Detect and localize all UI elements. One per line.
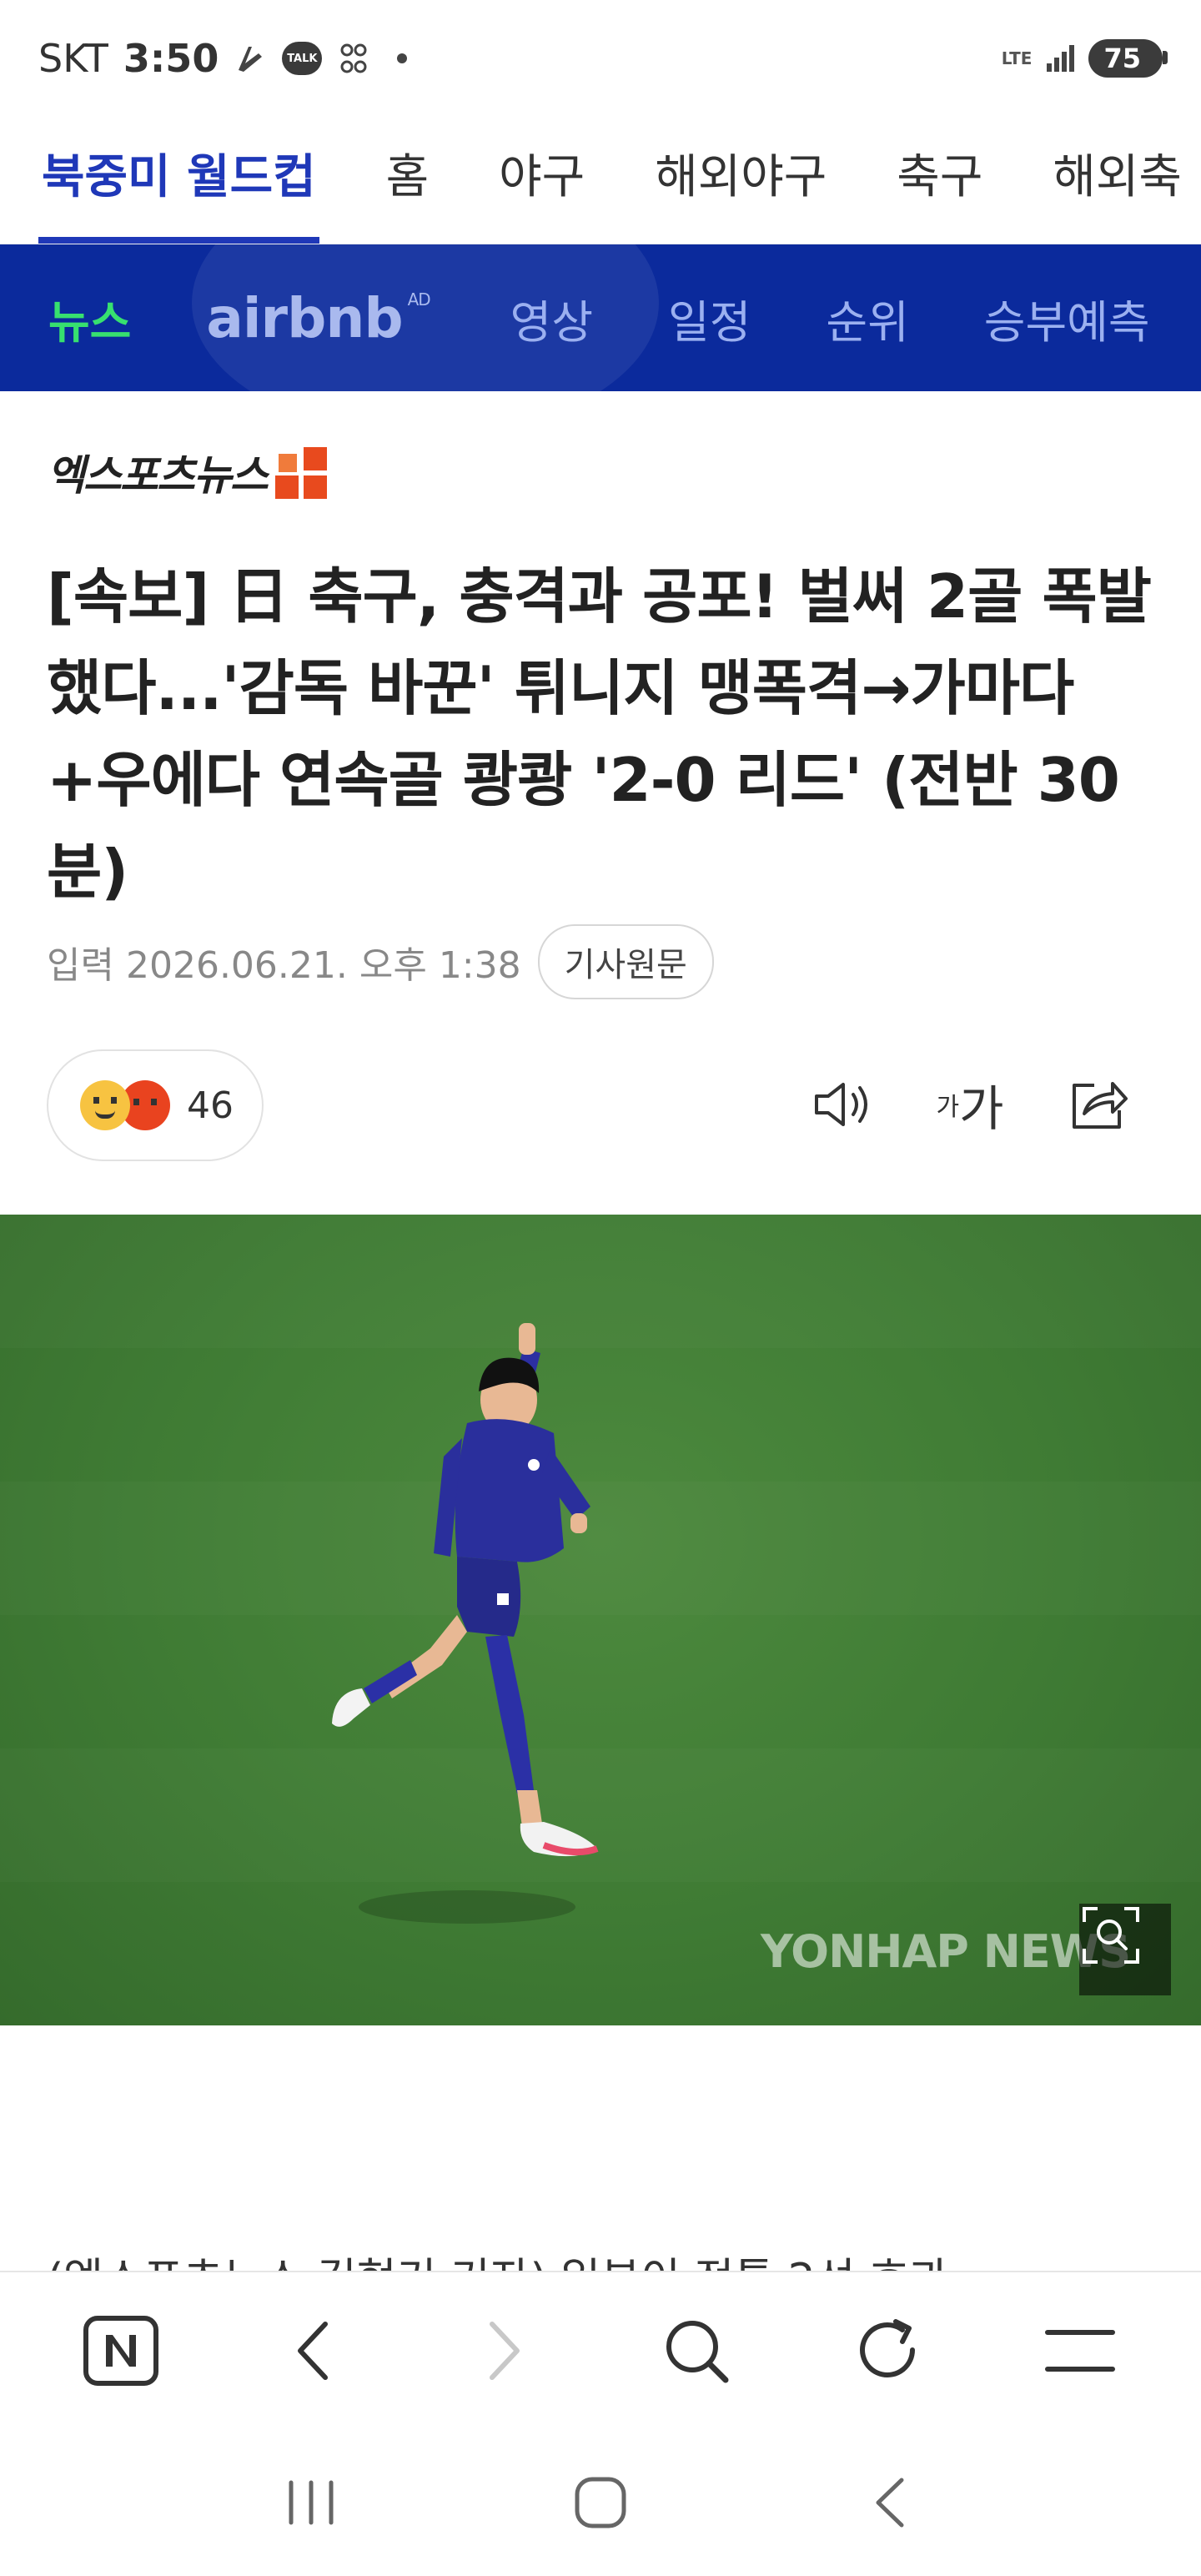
- tab-worldcup[interactable]: 북중미 월드컵: [38, 139, 319, 244]
- home-square-icon: [575, 2477, 626, 2528]
- reload-icon: [860, 2319, 915, 2377]
- date-prefix: 입력: [47, 944, 114, 987]
- sub-tab-schedule[interactable]: 일정: [668, 285, 751, 351]
- carrier-label: SKT: [38, 36, 108, 81]
- reaction-count: 46: [187, 1084, 234, 1127]
- home-button[interactable]: [559, 2461, 642, 2544]
- system-navigation-bar: [0, 2429, 1201, 2576]
- browser-toolbar: [0, 2271, 1201, 2429]
- ad-badge: AD: [407, 289, 431, 309]
- browser-search-button[interactable]: [646, 2301, 746, 2401]
- share-icon: [1073, 1082, 1128, 1129]
- press-name: 엑스포츠뉴스: [47, 451, 269, 500]
- clock: 3:50: [123, 36, 219, 81]
- naver-home-button[interactable]: [71, 2301, 171, 2401]
- status-left: SKT 3:50 TALK: [38, 36, 408, 81]
- grid-app-icon: [337, 42, 370, 75]
- sub-tab-ranking[interactable]: 순위: [826, 285, 908, 351]
- font-small-label: 가: [936, 1093, 960, 1122]
- tab-baseball[interactable]: 야구: [499, 139, 585, 244]
- airbnb-ad-label: airbnb: [206, 285, 403, 350]
- text-to-speech-button[interactable]: [809, 1071, 876, 1138]
- signature-app-icon: [234, 42, 267, 75]
- sub-tab-video[interactable]: 영상: [510, 285, 593, 351]
- notification-dot-icon: [397, 53, 408, 63]
- back-arrow-icon: [876, 2478, 904, 2528]
- speaker-icon: [815, 1083, 867, 1126]
- search-icon: [666, 2321, 729, 2383]
- date-value: 2026.06.21. 오후 1:38: [125, 944, 521, 987]
- tab-overseas-soccer[interactable]: 해외축: [1053, 139, 1182, 244]
- soccer-player-figure: [332, 1323, 599, 1924]
- photo-watermark: YONHAP NEWS: [761, 1925, 1131, 1978]
- category-tab-bar: 북중미 월드컵 홈 야구 해외야구 축구 해외축: [0, 117, 1201, 244]
- smile-emoji-icon: [80, 1080, 130, 1130]
- worldcup-sub-nav: 뉴스 airbnb AD 영상 일정 순위 승부예측: [0, 244, 1201, 391]
- tab-overseas-baseball[interactable]: 해외야구: [655, 139, 827, 244]
- hamburger-menu-icon: [1045, 2330, 1115, 2372]
- share-button[interactable]: [1066, 1071, 1133, 1138]
- network-type: LTE: [1001, 48, 1033, 68]
- article-meta: 입력 2026.06.21. 오후 1:38 기사원문: [47, 924, 714, 999]
- status-right: LTE 75: [1001, 39, 1168, 78]
- tab-soccer[interactable]: 축구: [897, 139, 982, 244]
- reaction-button[interactable]: 46: [47, 1049, 264, 1161]
- browser-reload-button[interactable]: [838, 2301, 938, 2401]
- photo-zoom-button[interactable]: [1079, 1904, 1171, 1995]
- status-bar: SKT 3:50 TALK LTE 75: [0, 0, 1201, 117]
- press-logo-mark-icon: [275, 447, 330, 502]
- tab-home[interactable]: 홈: [386, 139, 430, 244]
- browser-forward-button[interactable]: [455, 2301, 555, 2401]
- font-large-label: 가: [959, 1080, 1004, 1137]
- chevron-right-icon: [490, 2322, 520, 2380]
- naver-n-icon: [83, 2316, 158, 2386]
- article-photo[interactable]: YONHAP NEWS: [0, 1215, 1201, 2025]
- publish-date: 입력 2026.06.21. 오후 1:38: [47, 935, 521, 989]
- battery-icon: 75: [1088, 39, 1168, 78]
- recent-apps-button[interactable]: [269, 2461, 353, 2544]
- zoom-search-icon: [1083, 1907, 1139, 1964]
- press-logo[interactable]: 엑스포츠뉴스: [47, 442, 330, 502]
- browser-menu-button[interactable]: [1030, 2301, 1130, 2401]
- signal-icon: [1043, 42, 1077, 75]
- sub-tab-prediction[interactable]: 승부예측: [984, 285, 1150, 351]
- system-back-button[interactable]: [848, 2461, 932, 2544]
- airbnb-ad-banner[interactable]: airbnb AD: [206, 286, 430, 350]
- sub-tab-news[interactable]: 뉴스: [48, 285, 131, 351]
- article-headline: [속보] 日 축구, 충격과 공포! 벌써 2골 폭발했다...'감독 바꾼' …: [47, 561, 1152, 907]
- recent-apps-icon: [289, 2480, 334, 2525]
- font-size-button[interactable]: 가가: [932, 1071, 1008, 1138]
- original-article-button[interactable]: 기사원문: [537, 924, 714, 999]
- kakaotalk-icon: TALK: [282, 42, 323, 75]
- browser-back-button[interactable]: [263, 2301, 363, 2401]
- chevron-left-icon: [298, 2322, 328, 2380]
